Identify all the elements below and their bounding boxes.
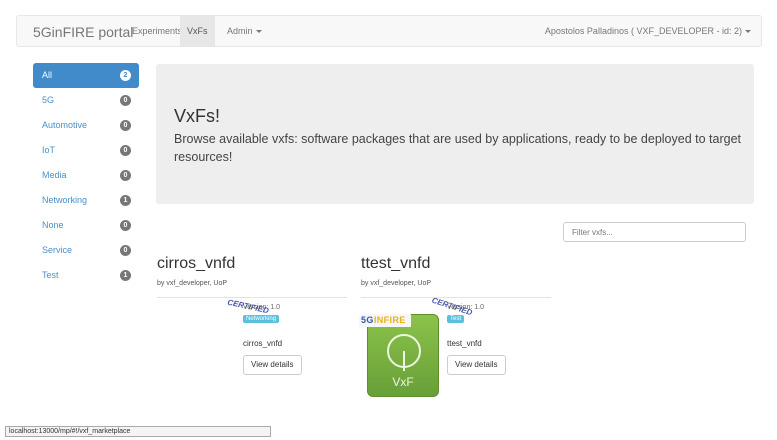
count-badge: 0 bbox=[120, 170, 131, 181]
vxf-card-author: by vxf_developer, UoP bbox=[157, 280, 228, 287]
sidebar-item-test[interactable]: Test 1 bbox=[33, 263, 139, 288]
chevron-down-icon bbox=[255, 30, 262, 34]
page-title: VxFs! bbox=[174, 106, 221, 126]
divider bbox=[361, 297, 551, 298]
brand-link[interactable]: 5GinFIRE portal bbox=[33, 24, 133, 40]
5ginfire-logo: 5GINFIRE bbox=[359, 314, 411, 327]
nav-vxfs[interactable]: VxFs bbox=[180, 16, 215, 46]
logo-text-infire: INFIRE bbox=[373, 315, 406, 325]
sidebar-item-iot[interactable]: IoT 0 bbox=[33, 138, 139, 163]
vxf-package-name: ttest_vnfd bbox=[447, 339, 482, 348]
count-badge: 0 bbox=[120, 95, 131, 106]
count-badge: 0 bbox=[120, 120, 131, 131]
sidebar-item-label: Automotive bbox=[42, 120, 88, 130]
sidebar-item-label: Networking bbox=[42, 195, 88, 205]
count-badge: 1 bbox=[120, 195, 131, 206]
category-label: Test bbox=[447, 315, 465, 323]
top-navbar: 5GinFIRE portal Experiments VxFs Admin A… bbox=[16, 15, 762, 47]
vxf-version: Version: 1.0 bbox=[243, 304, 280, 311]
vxf-package-name: cirros_vnfd bbox=[243, 339, 283, 348]
user-name: Apostolos Palladinos ( VXF_DEVELOPER - i… bbox=[544, 26, 742, 36]
count-badge: 0 bbox=[120, 145, 131, 156]
sidebar-item-label: All bbox=[42, 70, 53, 80]
vxf-version: Version: 1.0 bbox=[447, 304, 484, 311]
count-badge: 1 bbox=[120, 270, 131, 281]
vxf-card-title[interactable]: cirros_vnfd bbox=[157, 255, 235, 273]
view-details-button[interactable]: View details bbox=[447, 355, 506, 375]
sidebar-item-media[interactable]: Media 0 bbox=[33, 163, 139, 188]
vxf-card: cirros_vnfd by vxf_developer, UoP CERTIF… bbox=[157, 255, 347, 405]
sidebar-item-automotive[interactable]: Automotive 0 bbox=[33, 113, 139, 138]
user-menu[interactable]: Apostolos Palladinos ( VXF_DEVELOPER - i… bbox=[545, 16, 751, 46]
page-description: Browse available vxfs: software packages… bbox=[174, 132, 741, 164]
sidebar-item-none[interactable]: None 0 bbox=[33, 213, 139, 238]
nav-admin[interactable]: Admin bbox=[220, 16, 269, 46]
category-sidebar: All 2 5G 0 Automotive 0 IoT 0 Media 0 Network… bbox=[33, 63, 139, 288]
sidebar-item-label: Media bbox=[42, 170, 67, 180]
filter-vxfs-input[interactable] bbox=[563, 222, 746, 242]
browser-status-url: localhost:13000/mp/#!/vxf_marketplace bbox=[5, 426, 271, 437]
sidebar-item-label: None bbox=[42, 220, 64, 230]
sidebar-item-label: IoT bbox=[42, 145, 56, 155]
vxf-ring-icon bbox=[387, 334, 421, 371]
sidebar-item-label: Test bbox=[42, 270, 59, 280]
sidebar-item-service[interactable]: Service 0 bbox=[33, 238, 139, 263]
vxf-card-title[interactable]: ttest_vnfd bbox=[361, 255, 430, 273]
vxf-card: ttest_vnfd by vxf_developer, UoP VxF 5GI… bbox=[359, 255, 551, 405]
divider bbox=[157, 297, 347, 298]
intro-jumbotron: VxFs! Browse available vxfs: software pa… bbox=[156, 64, 754, 204]
sidebar-item-label: 5G bbox=[42, 95, 55, 105]
sidebar-item-label: Service bbox=[42, 245, 73, 255]
count-badge: 0 bbox=[120, 220, 131, 231]
count-badge: 0 bbox=[120, 245, 131, 256]
sidebar-item-networking[interactable]: Networking 1 bbox=[33, 188, 139, 213]
logo-text-5g: 5G bbox=[361, 315, 374, 325]
vxf-logo-text: VxF bbox=[392, 375, 414, 389]
category-label: Networking bbox=[243, 315, 280, 323]
sidebar-item-5g[interactable]: 5G 0 bbox=[33, 88, 139, 113]
vxf-card-author: by vxf_developer, UoP bbox=[361, 280, 432, 287]
view-details-button[interactable]: View details bbox=[243, 355, 302, 375]
chevron-down-icon bbox=[745, 30, 751, 34]
nav-admin-label: Admin bbox=[227, 26, 253, 36]
count-badge: 2 bbox=[120, 70, 131, 81]
sidebar-item-all[interactable]: All 2 bbox=[33, 63, 139, 88]
